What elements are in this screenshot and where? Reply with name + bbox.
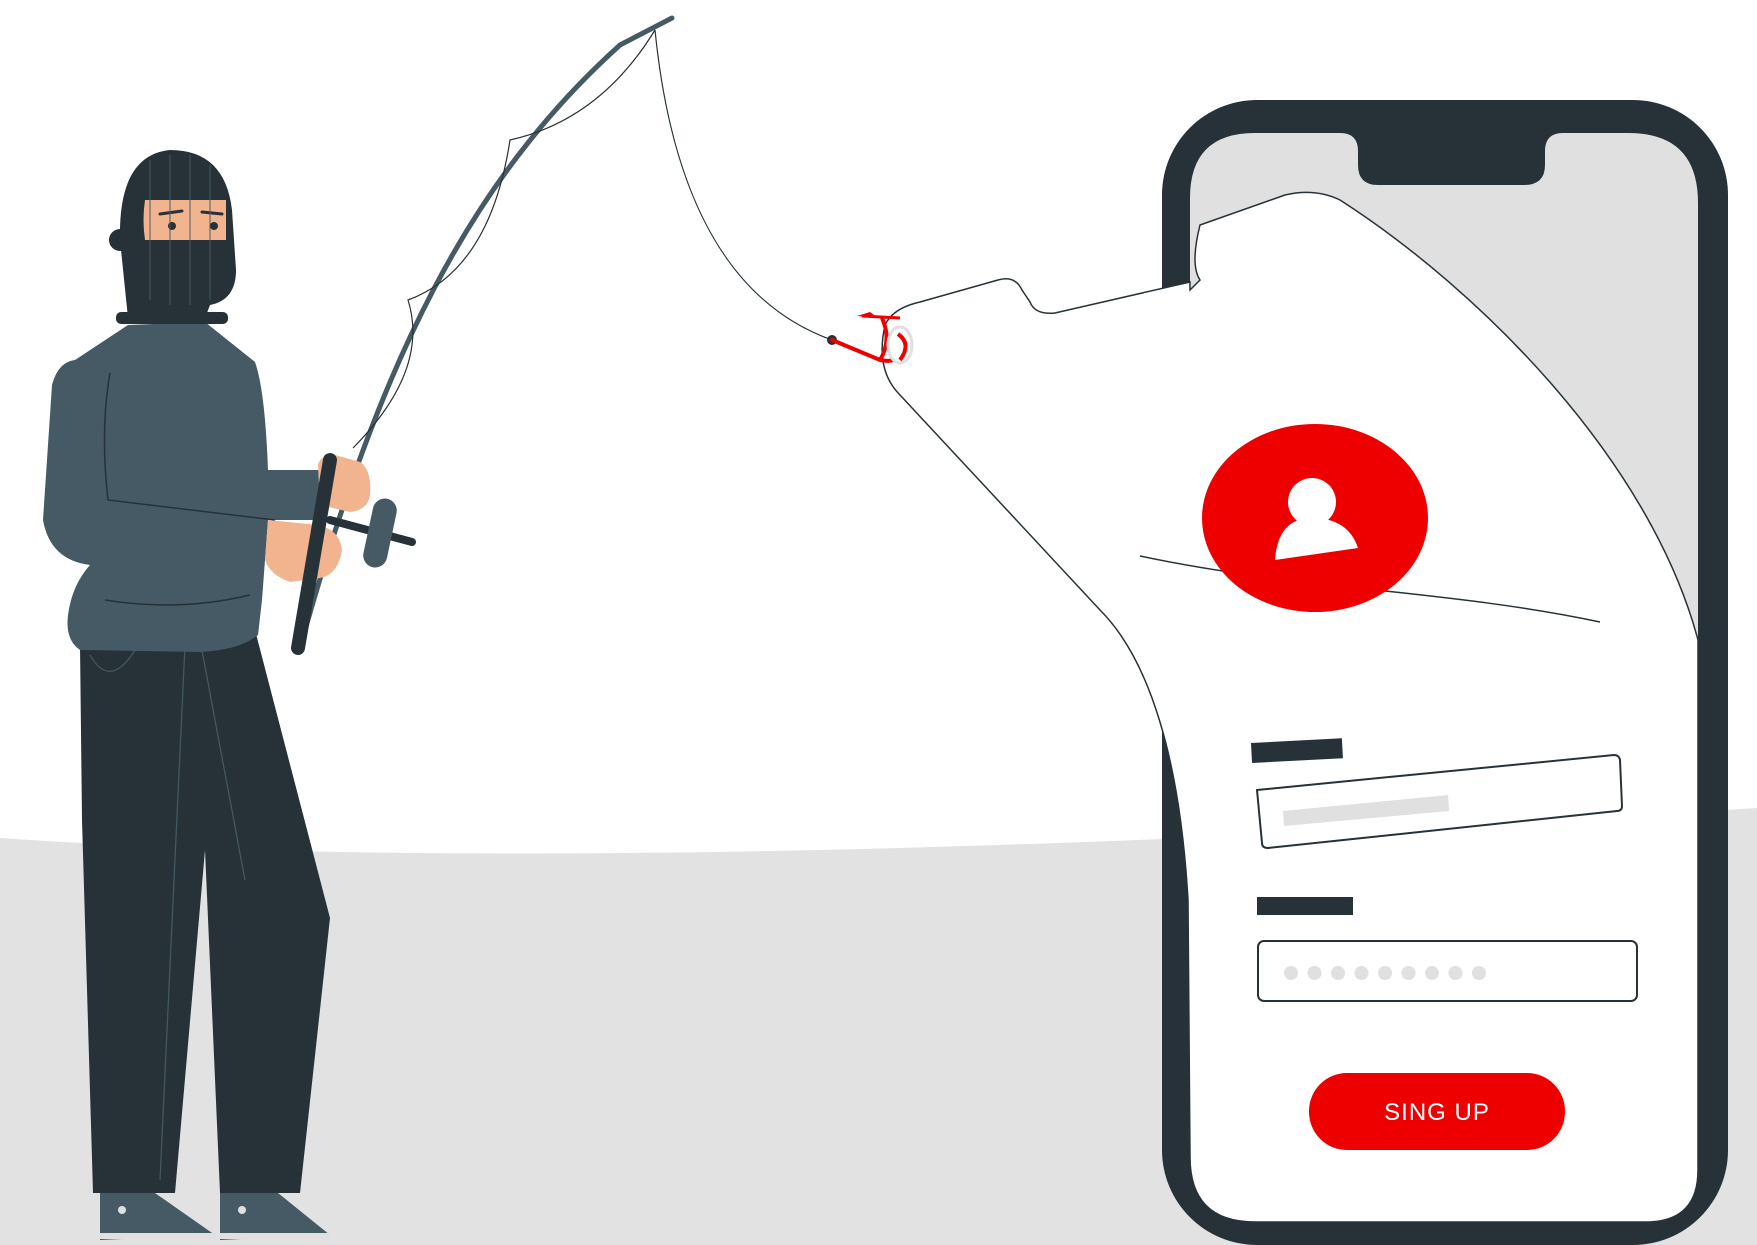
face-opening	[143, 200, 226, 240]
lower-hand	[265, 520, 342, 582]
password-mask-dot	[1331, 966, 1345, 980]
phishing-illustration: SING UP	[0, 15, 1757, 1245]
password-mask-dot	[1307, 966, 1322, 980]
password-mask-dot	[1284, 966, 1298, 980]
left-eye	[168, 222, 176, 230]
password-mask	[1284, 966, 1486, 980]
user-avatar-icon	[1202, 424, 1428, 612]
password-label	[1257, 897, 1353, 915]
hacker-sweater	[43, 322, 325, 652]
password-mask-dot	[1378, 966, 1392, 980]
fishing-rod	[297, 15, 675, 651]
password-mask-dot	[1401, 966, 1416, 980]
rod-guide-line	[352, 29, 656, 449]
signup-button[interactable]: SING UP	[1309, 1073, 1565, 1150]
right-eye	[210, 222, 218, 230]
password-mask-dot	[1448, 966, 1463, 980]
fishing-line	[654, 29, 833, 341]
signup-button-label[interactable]: SING UP	[1384, 1099, 1490, 1126]
password-mask-dot	[1472, 966, 1486, 980]
password-mask-dot	[1354, 966, 1369, 980]
password-mask-dot	[1425, 966, 1439, 980]
